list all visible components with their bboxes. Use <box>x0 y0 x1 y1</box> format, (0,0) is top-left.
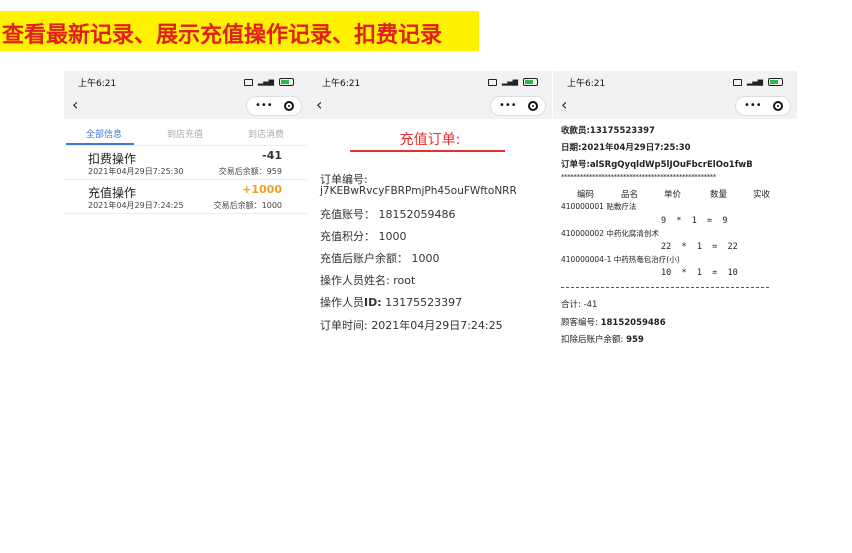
receipt-dash-divider <box>561 287 769 288</box>
operator-name-value: root <box>393 274 416 287</box>
record-time: 2021年04月29日7:25:30 <box>88 167 184 176</box>
mini-program-capsule: ••• <box>735 96 791 116</box>
mini-program-capsule: ••• <box>490 96 546 116</box>
title-divider <box>350 150 505 152</box>
balance-value: 1000 <box>411 252 440 265</box>
signal-icon: ▂▄▆ <box>257 78 274 86</box>
customer-label: 顾客编号: <box>561 318 598 328</box>
order-time-row: 订单时间: 2021年04月29日7:24:25 <box>320 317 503 333</box>
receipt-item: 410000002 中药化腐清创术 <box>561 229 659 238</box>
account-row: 充值账号： 18152059486 <box>320 206 455 222</box>
list-item[interactable]: 充值操作 2021年04月29日7:24:25 +1000 交易后余额：1000 <box>64 181 308 214</box>
receipt-stars-divider: ****************************************… <box>561 173 717 181</box>
close-target-icon[interactable] <box>773 101 783 111</box>
order-no: j7KEBwRvcyFBRPmjPh45ouFWftoNRR <box>320 185 517 197</box>
operator-id-value: 13175523397 <box>385 296 463 309</box>
receipt-remaining-row: 扣除后账户余额: 959 <box>561 333 644 345</box>
customer-value: 18152059486 <box>600 318 666 328</box>
operator-name-row: 操作人员姓名: root <box>320 272 415 288</box>
remaining-label: 扣除后账户余额: <box>561 335 624 345</box>
record-balance: 交易后余额：959 <box>218 167 282 176</box>
phone-recharge-order-screen: 上午6:21 ▂▄▆ ‹ ••• 充值订单: 订单编号: j7KEBwRvcyF… <box>308 71 552 347</box>
list-item[interactable]: 扣费操作 2021年04月29日7:25:30 -41 交易后余额：959 <box>64 147 308 180</box>
tab-all[interactable]: 全部信息 <box>86 127 122 140</box>
record-type: 扣费操作 <box>88 152 137 166</box>
remaining-value: 959 <box>626 335 644 345</box>
status-time: 上午6:21 <box>567 79 606 89</box>
points-row: 充值积分： 1000 <box>320 228 407 244</box>
active-tab-indicator <box>66 143 134 145</box>
nav-bar: ‹ ••• <box>64 93 308 119</box>
signal-icon: ▂▄▆ <box>501 78 518 86</box>
order-time-value: 2021年04月29日7:24:25 <box>371 319 503 332</box>
status-bar: 上午6:21 ▂▄▆ <box>64 71 308 93</box>
status-icons: ▂▄▆ <box>243 77 294 87</box>
back-icon[interactable]: ‹ <box>561 95 567 115</box>
points-label: 充值积分： <box>320 230 375 243</box>
banner-title: 查看最新记录、展示充值操作记录、扣费记录 <box>2 23 443 48</box>
account-label: 充值账号： <box>320 208 375 221</box>
status-bar: 上午6:21 ▂▄▆ <box>553 71 797 93</box>
battery-icon <box>279 78 294 86</box>
receipt-total: 合计: -41 <box>561 300 598 310</box>
status-time: 上午6:21 <box>322 79 361 89</box>
account-value: 18152059486 <box>378 208 456 221</box>
receipt-cashier: 收款员:13175523397 <box>561 126 655 136</box>
points-value: 1000 <box>378 230 407 243</box>
col-header-price: 单价 <box>664 190 682 200</box>
col-header-code: 编码 <box>577 190 595 200</box>
receipt-item-calc: 10 * 1 = 10 <box>661 268 738 278</box>
receipt-item-calc: 22 * 1 = 22 <box>661 242 738 252</box>
status-icons: ▂▄▆ <box>487 77 538 87</box>
mini-program-capsule: ••• <box>246 96 302 116</box>
battery-icon <box>523 78 538 86</box>
sim-icon <box>487 78 497 86</box>
signal-icon: ▂▄▆ <box>746 78 763 86</box>
battery-icon <box>768 78 783 86</box>
order-title: 充值订单: <box>399 132 461 148</box>
record-amount: -41 <box>262 149 282 162</box>
more-icon[interactable]: ••• <box>744 100 762 112</box>
record-type: 充值操作 <box>88 186 137 200</box>
back-icon[interactable]: ‹ <box>316 95 322 115</box>
record-balance: 交易后余额：1000 <box>213 201 282 210</box>
phone-records-screen: 上午6:21 ▂▄▆ ‹ ••• 全部信息 到店充值 到店消费 扣费操作 202… <box>64 71 308 347</box>
col-header-name: 品名 <box>621 190 639 200</box>
status-bar: 上午6:21 ▂▄▆ <box>308 71 552 93</box>
sim-icon <box>732 78 742 86</box>
close-target-icon[interactable] <box>284 101 294 111</box>
operator-id-label: 操作人员 <box>320 296 364 309</box>
col-header-qty: 数量 <box>710 190 728 200</box>
receipt-customer-row: 顾客编号: 18152059486 <box>561 316 666 328</box>
balance-row: 充值后账户余额： 1000 <box>320 250 440 266</box>
nav-bar: ‹ ••• <box>553 93 797 119</box>
receipt-item-calc: 9 * 1 = 9 <box>661 216 728 226</box>
sim-icon <box>243 78 253 86</box>
status-icons: ▂▄▆ <box>732 77 783 87</box>
balance-label: 充值后账户余额： <box>320 252 408 265</box>
record-amount: +1000 <box>242 183 282 196</box>
tab-consume[interactable]: 到店消费 <box>248 127 284 140</box>
col-header-paid: 实收 <box>753 190 771 200</box>
operator-name-label: 操作人员姓名: <box>320 274 390 287</box>
receipt-date: 日期:2021年04月29日7:25:30 <box>561 143 691 153</box>
close-target-icon[interactable] <box>528 101 538 111</box>
order-time-label: 订单时间: <box>320 319 368 332</box>
phone-receipt-screen: 上午6:21 ▂▄▆ ‹ ••• 收款员:13175523397 日期:2021… <box>553 71 797 347</box>
operator-id-label-suffix: ID: <box>364 296 382 309</box>
nav-bar: ‹ ••• <box>308 93 552 119</box>
operator-id-row: 操作人员ID: 13175523397 <box>320 294 462 310</box>
receipt-order-no: 订单号:alSRgQyqldWp5lJOuFbcrElOo1fwB <box>561 160 753 170</box>
record-tabs: 全部信息 到店充值 到店消费 <box>64 121 308 146</box>
title-banner: 查看最新记录、展示充值操作记录、扣费记录 <box>0 11 479 51</box>
more-icon[interactable]: ••• <box>499 100 517 112</box>
tab-recharge[interactable]: 到店充值 <box>167 127 203 140</box>
record-time: 2021年04月29日7:24:25 <box>88 201 184 210</box>
more-icon[interactable]: ••• <box>255 100 273 112</box>
back-icon[interactable]: ‹ <box>72 95 78 115</box>
status-time: 上午6:21 <box>78 79 117 89</box>
receipt-item: 410000004-1 中药热奄包治疗(小) <box>561 255 680 264</box>
receipt-item: 410000001 贴敷疗法 <box>561 202 637 211</box>
